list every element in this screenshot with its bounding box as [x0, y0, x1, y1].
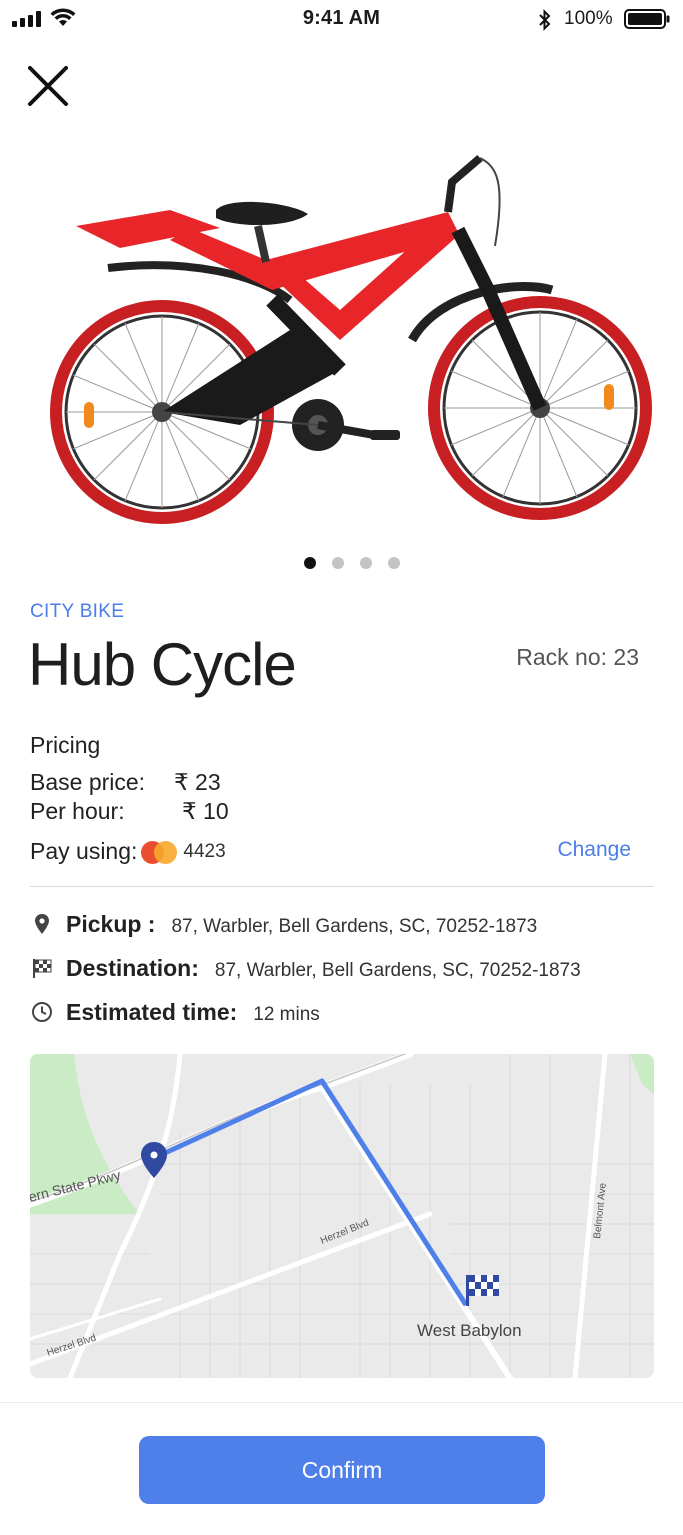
- confirm-button[interactable]: Confirm: [139, 1436, 545, 1504]
- gallery-pager[interactable]: [0, 557, 683, 569]
- divider: [30, 886, 654, 887]
- hour-price-label: Per hour:: [30, 798, 125, 824]
- time-label: Estimated time:: [66, 999, 238, 1025]
- footer-divider: [0, 1402, 683, 1403]
- pager-dot-1[interactable]: [303, 557, 316, 569]
- location-pin-icon: [35, 914, 49, 934]
- bluetooth-icon: [539, 9, 551, 31]
- map-label-place: West Babylon: [417, 1321, 522, 1340]
- pager-dot-3[interactable]: [359, 557, 372, 569]
- time-value: 12 mins: [253, 1004, 320, 1025]
- pickup-address: 87, Warbler, Bell Gardens, SC, 70252-187…: [171, 916, 538, 937]
- battery-percent: 100%: [564, 8, 613, 29]
- clock-icon: [32, 1002, 52, 1022]
- base-price-label: Base price:: [30, 769, 146, 795]
- change-payment-link[interactable]: Change: [557, 838, 631, 862]
- destination-label: Destination:: [66, 955, 199, 981]
- pay-using-label: Pay using:: [30, 838, 138, 864]
- pickup-row: Pickup : 87, Warbler, Bell Gardens, SC, …: [30, 908, 537, 938]
- bike-image: [50, 154, 652, 524]
- pickup-label: Pickup :: [66, 911, 156, 937]
- status-bar: 9:41 AM 100%: [0, 0, 683, 40]
- rack-number: Rack no: 23: [516, 644, 639, 670]
- destination-row: Destination: 87, Warbler, Bell Gardens, …: [30, 952, 581, 982]
- time-row: Estimated time: 12 mins: [30, 996, 320, 1026]
- close-icon[interactable]: [26, 64, 72, 110]
- bike-category: CITY BIKE: [30, 601, 125, 622]
- hour-price-row: Per hour: ₹ 10: [30, 798, 229, 825]
- hour-price-value: ₹ 10: [182, 798, 229, 824]
- pager-dot-4[interactable]: [387, 557, 400, 569]
- checkered-flag-icon: [33, 959, 52, 978]
- base-price-value: ₹ 23: [174, 769, 221, 795]
- map-canvas: ern State Pkwy Herzel Blvd Herzel Blvd B…: [30, 1054, 654, 1378]
- card-last4: 4423: [183, 840, 226, 862]
- pricing-heading: Pricing: [30, 732, 101, 758]
- mastercard-icon: [141, 840, 179, 864]
- pager-dot-2[interactable]: [331, 557, 344, 569]
- base-price-row: Base price: ₹ 23: [30, 769, 221, 796]
- battery-icon: [624, 9, 670, 29]
- page-title: Hub Cycle: [28, 631, 297, 698]
- payment-row: Pay using: 4423: [30, 838, 226, 865]
- route-map[interactable]: ern State Pkwy Herzel Blvd Herzel Blvd B…: [30, 1054, 654, 1378]
- destination-address: 87, Warbler, Bell Gardens, SC, 70252-187…: [214, 960, 581, 981]
